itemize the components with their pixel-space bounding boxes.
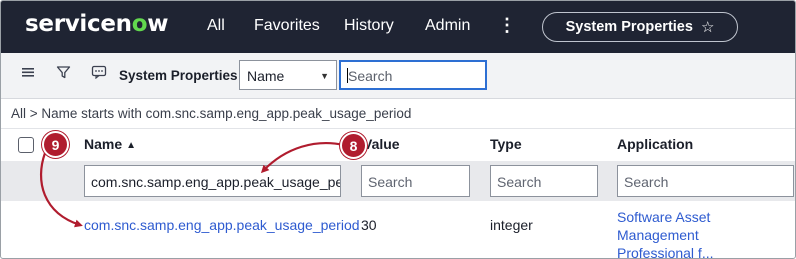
nav-all[interactable]: All — [207, 17, 225, 35]
record-application-line2: Professional f... — [617, 245, 714, 259]
nav-admin[interactable]: Admin — [425, 17, 470, 35]
chevron-down-icon: ▼ — [320, 71, 329, 81]
search-field-value: Name — [247, 68, 285, 84]
search-field-select[interactable]: Name ▼ — [239, 60, 337, 90]
hamburger-menu-icon[interactable] — [21, 65, 35, 84]
record-type: integer — [490, 217, 533, 233]
record-value: 30 — [361, 217, 377, 233]
column-header-value[interactable]: Value — [363, 136, 400, 152]
breadcrumb[interactable]: All > Name starts with com.snc.samp.eng_… — [11, 106, 411, 121]
nav-history[interactable]: History — [344, 17, 394, 35]
window: servicenow All Favorites History Admin ⋮… — [0, 0, 796, 259]
nav-favorites[interactable]: Favorites — [254, 17, 320, 35]
value-column-search-input[interactable]: Search — [361, 165, 470, 197]
column-header-name[interactable]: Name ▲ — [84, 136, 136, 152]
filter-funnel-icon[interactable] — [56, 65, 71, 85]
column-header-application[interactable]: Application — [617, 136, 693, 152]
list-actions-icon[interactable] — [91, 65, 107, 84]
context-pill-label: System Properties — [565, 19, 693, 35]
column-header-name-label: Name — [84, 136, 123, 152]
list-search-placeholder: Search — [348, 68, 393, 84]
list-search-input[interactable]: Search — [339, 60, 487, 90]
step-8-badge: 8 — [340, 132, 367, 159]
sort-ascending-icon: ▲ — [126, 140, 137, 151]
application-column-search-input[interactable]: Search — [617, 165, 794, 197]
context-pill-system-properties[interactable]: System Properties ☆ — [542, 12, 738, 42]
list-toolbar: System Properties Name ▼ Search — [1, 53, 795, 99]
more-menu-icon[interactable]: ⋮ — [498, 15, 516, 36]
star-outline-icon[interactable]: ☆ — [701, 18, 714, 36]
type-column-search-input[interactable]: Search — [490, 165, 598, 197]
record-application-line1: Software Asset Management — [617, 209, 711, 243]
list-title: System Properties — [119, 68, 238, 83]
column-header-type[interactable]: Type — [490, 136, 522, 152]
servicenow-logo[interactable]: servicenow — [25, 11, 168, 37]
name-column-search-input[interactable]: com.snc.samp.eng_app.peak_usage_peri — [84, 165, 341, 197]
select-all-checkbox[interactable] — [18, 137, 34, 153]
step-9-badge: 9 — [42, 131, 69, 158]
top-nav: servicenow All Favorites History Admin ⋮… — [1, 1, 795, 53]
record-application-link[interactable]: Software Asset Management Professional f… — [617, 208, 795, 259]
record-name-link[interactable]: com.snc.samp.eng_app.peak_usage_period — [84, 217, 360, 233]
